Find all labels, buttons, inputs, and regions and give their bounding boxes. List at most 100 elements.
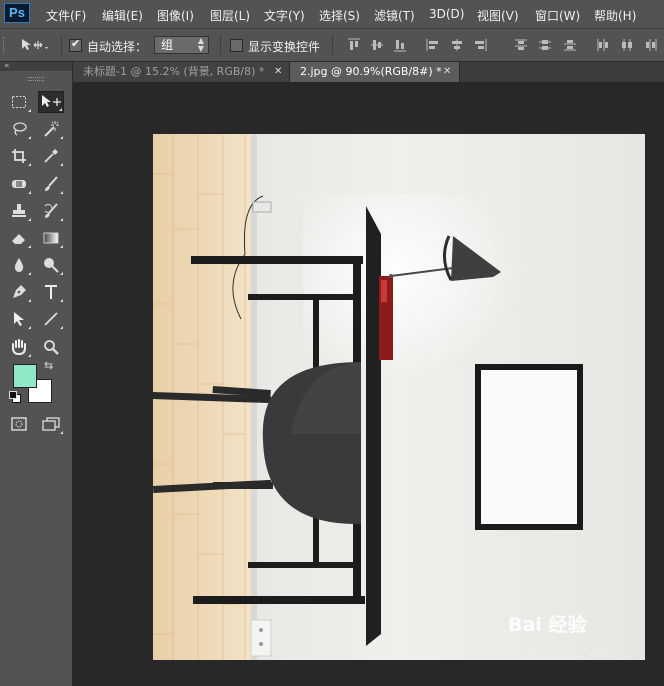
dodge-icon xyxy=(44,258,59,273)
room-photo-image xyxy=(153,134,645,660)
menu-window[interactable]: 窗口(W) xyxy=(535,7,580,24)
auto-select-checkbox[interactable]: ✔ xyxy=(69,37,82,52)
crop-icon xyxy=(12,149,26,163)
distribute-top-icon[interactable] xyxy=(514,38,528,52)
distribute-vcenter-icon[interactable] xyxy=(538,38,552,52)
menu-layer[interactable]: 图层(L) xyxy=(210,7,250,24)
move-tool[interactable] xyxy=(38,91,64,113)
spot-healing-tool[interactable] xyxy=(6,173,32,195)
close-icon[interactable]: ✕ xyxy=(443,62,451,82)
move-tool-preset[interactable] xyxy=(20,37,50,56)
gradient-tool[interactable] xyxy=(38,227,64,249)
menu-file[interactable]: 文件(F) xyxy=(46,7,86,24)
rectangular-marquee-tool[interactable] xyxy=(6,91,32,113)
menu-3d[interactable]: 3D(D) xyxy=(429,7,464,21)
quick-mask-icon xyxy=(11,417,27,431)
history-brush-tool[interactable] xyxy=(38,200,64,222)
brush-icon xyxy=(45,176,58,191)
arrow-cursor-icon xyxy=(14,312,24,326)
toolbox-panel: « ⇆ xyxy=(0,61,73,686)
zoom-tool[interactable] xyxy=(38,336,64,358)
screen-mode-icon xyxy=(42,417,60,431)
eyedropper-icon xyxy=(44,149,58,163)
show-transform-label: 显示变换控件 xyxy=(248,40,321,54)
watermark-main: Bai 经验 xyxy=(508,614,587,636)
line-tool[interactable] xyxy=(38,308,64,330)
rectangular-marquee-icon xyxy=(12,96,26,108)
pen-icon xyxy=(13,285,26,298)
path-selection-tool[interactable] xyxy=(6,308,32,330)
align-left-icon[interactable] xyxy=(426,38,440,52)
hand-tool[interactable] xyxy=(6,336,32,358)
magic-wand-tool[interactable] xyxy=(38,118,64,140)
menu-filter[interactable]: 滤镜(T) xyxy=(374,7,415,24)
magic-wand-icon xyxy=(44,121,59,137)
tab-label: 2.jpg @ 90.9%(RGB/8#) * xyxy=(300,65,442,78)
stamp-icon xyxy=(12,204,26,217)
toolbox-grip[interactable] xyxy=(28,77,44,81)
dodge-tool[interactable] xyxy=(38,254,64,276)
align-vcenter-icon[interactable] xyxy=(370,38,384,52)
divider xyxy=(61,35,62,55)
menu-help[interactable]: 帮助(H) xyxy=(594,7,636,24)
bandage-icon xyxy=(12,180,26,188)
pen-tool[interactable] xyxy=(6,281,32,303)
checkmark-icon: ✔ xyxy=(71,37,81,50)
document-canvas[interactable] xyxy=(153,134,645,660)
collapse-arrows-icon[interactable]: « xyxy=(4,61,10,71)
eyedropper-tool[interactable] xyxy=(38,145,64,167)
menu-edit[interactable]: 编辑(E) xyxy=(102,7,143,24)
align-right-icon[interactable] xyxy=(473,38,487,52)
show-transform-checkbox[interactable] xyxy=(230,39,243,52)
divider xyxy=(220,35,221,55)
droplet-icon xyxy=(14,258,24,272)
distribute-hcenter-icon[interactable] xyxy=(620,38,634,52)
crop-tool[interactable] xyxy=(6,145,32,167)
photoshop-logo: Ps xyxy=(4,3,30,23)
eraser-tool[interactable] xyxy=(6,227,32,249)
distribute-left-icon[interactable] xyxy=(596,38,610,52)
toolbox-header[interactable]: « xyxy=(0,61,72,71)
align-top-icon[interactable] xyxy=(347,38,361,52)
eraser-icon xyxy=(12,234,25,244)
move-tool-icon xyxy=(22,39,48,50)
hand-icon xyxy=(12,339,26,355)
tab-2-jpg[interactable]: 2.jpg @ 90.9%(RGB/8#) * ✕ xyxy=(290,62,460,82)
align-hcenter-icon[interactable] xyxy=(450,38,464,52)
foreground-color-swatch[interactable] xyxy=(13,364,37,388)
auto-select-target-value: 组 xyxy=(161,38,174,52)
type-tool[interactable] xyxy=(38,281,64,303)
lasso-icon xyxy=(13,122,27,136)
swap-colors-icon[interactable]: ⇆ xyxy=(44,359,53,372)
menu-view[interactable]: 视图(V) xyxy=(477,7,519,24)
menu-image[interactable]: 图像(I) xyxy=(157,7,194,24)
type-icon xyxy=(45,285,57,299)
tab-untitled-1[interactable]: 未标题-1 @ 15.2% (背景, RGB/8) * ✕ xyxy=(73,62,290,82)
screen-mode-button[interactable] xyxy=(38,413,64,435)
default-colors-icon-back xyxy=(9,391,17,399)
history-brush-icon xyxy=(44,203,58,218)
document-tab-bar: 未标题-1 @ 15.2% (背景, RGB/8) * ✕ 2.jpg @ 90… xyxy=(73,62,664,82)
menu-type[interactable]: 文字(Y) xyxy=(264,7,305,24)
lasso-tool[interactable] xyxy=(6,118,32,140)
align-bottom-icon[interactable] xyxy=(393,38,407,52)
magnifier-icon xyxy=(44,340,59,355)
options-grip xyxy=(3,37,6,53)
line-icon xyxy=(44,312,58,326)
gradient-icon xyxy=(43,232,59,244)
auto-select-label: 自动选择： xyxy=(87,40,148,54)
blur-tool[interactable] xyxy=(6,254,32,276)
menu-select[interactable]: 选择(S) xyxy=(319,7,360,24)
quick-mask-button[interactable] xyxy=(6,413,32,435)
brush-tool[interactable] xyxy=(38,173,64,195)
options-bar: ✔ 自动选择： 组 ▲ ▼ 显示变换控件 xyxy=(0,29,664,62)
clone-stamp-tool[interactable] xyxy=(6,200,32,222)
baidu-jingyan-watermark: Bai 经验 jingyan.baidu.com xyxy=(508,610,612,661)
menu-bar: Ps 文件(F) 编辑(E) 图像(I) 图层(L) 文字(Y) 选择(S) 滤… xyxy=(0,0,664,29)
divider xyxy=(332,35,333,55)
tab-label: 未标题-1 @ 15.2% (背景, RGB/8) * xyxy=(83,65,265,78)
distribute-bottom-icon[interactable] xyxy=(563,38,577,52)
close-icon[interactable]: ✕ xyxy=(274,62,282,82)
distribute-right-icon[interactable] xyxy=(644,38,658,52)
auto-select-target-dropdown[interactable]: 组 ▲ ▼ xyxy=(154,36,209,54)
